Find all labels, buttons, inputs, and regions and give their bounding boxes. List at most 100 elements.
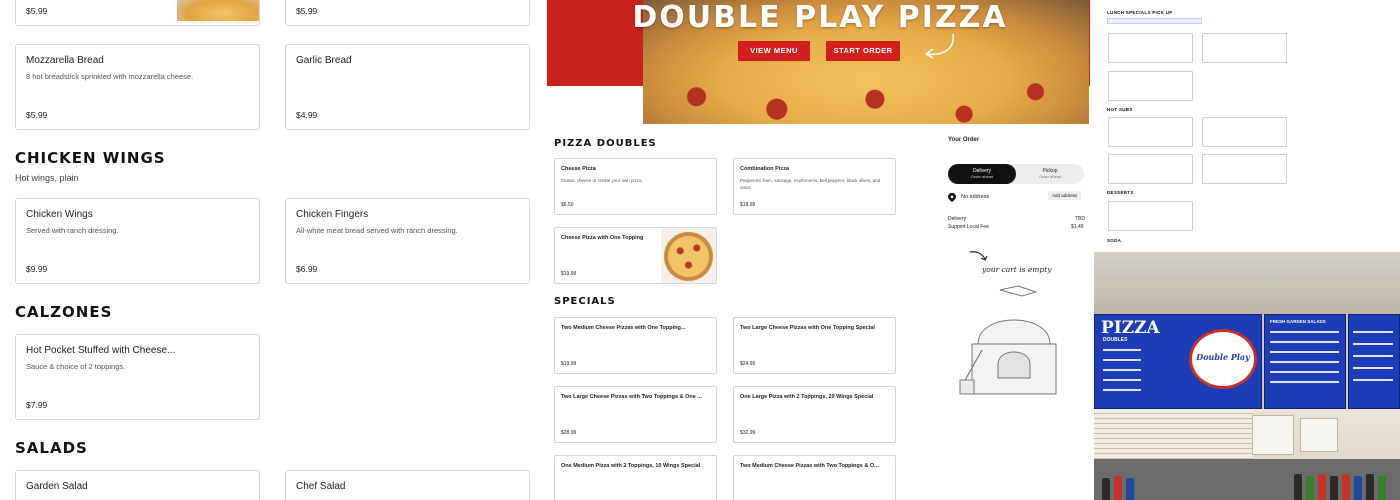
soda-bottle [1126,478,1134,500]
board-line [1270,361,1339,363]
item-price: $19.99 [561,271,577,277]
board-line [1103,349,1141,351]
special-item[interactable]: Two Large Cheese Pizzas with One Topping… [733,317,896,374]
item-desc: Sauce & choice of 2 toppings. [26,362,126,371]
soda-bottle [1342,474,1350,500]
item-desc: All-white meat bread served with ranch d… [296,226,458,235]
lunch-item-card[interactable] [1202,33,1287,63]
dessert-card[interactable] [1108,201,1193,231]
logo-text: Double Play [1196,352,1250,362]
special-item[interactable]: One Medium Pizza with 2 Toppings, 10 Win… [554,455,717,500]
item-name: Two Medium Cheese Pizzas with Two Toppin… [740,463,879,469]
board-line [1103,359,1141,361]
item-price: $5.99 [26,110,48,120]
section-title-specials: SPECIALS [554,296,616,307]
item-name: Two Large Cheese Pizzas with One Topping… [740,325,875,331]
menu-item-mozzarella-bread[interactable]: Mozzarella Bread 8 hot breadstick sprink… [15,44,260,130]
section-subtitle: Hot wings, plain [15,173,79,183]
board-line [1353,367,1393,369]
item-name: Combination Pizza [740,166,789,172]
board-line [1103,369,1141,371]
support-fee-value: $1.49 [1071,224,1084,230]
section-title-desserts: DESSERTS [1107,190,1134,195]
mini-menu-panel: LUNCH SPECIALS PICK UP HOT SUBS DESSERTS… [1101,0,1306,248]
menu-item-chicken-fingers[interactable]: Chicken Fingers All-white meat bread ser… [285,198,530,284]
curved-arrow-icon [969,251,988,261]
delivery-fee-label: Delivery [948,216,967,222]
delivery-fee-value: TBD [1075,216,1085,222]
delivery-pickup-toggle[interactable]: Delivery Order ahead Pickup Order ahead [948,164,1084,184]
item-name: Garlic Bread [296,55,352,66]
item-name: Garden Salad [26,481,88,492]
board-title: PIZZA [1101,318,1160,338]
pickup-sub: Order ahead [1038,174,1062,179]
soda-bottle [1102,478,1110,500]
item-name: Hot Pocket Stuffed with Cheese... [26,345,176,356]
item-desc: Pepperoni, ham, sausage, mushrooms, bell… [740,178,881,190]
item-name: Two Medium Cheese Pizzas with One Toppin… [561,325,686,331]
item-name: Chicken Wings [26,209,93,220]
menu-item-chicken-wings[interactable]: Chicken Wings Served with ranch dressing… [15,198,260,284]
location-pin-icon [948,193,956,202]
section-title-pizza-doubles: PIZZA DOUBLES [554,138,657,149]
board-line [1270,381,1339,383]
hot-sub-card[interactable] [1108,154,1193,184]
item-price: $28.99 [561,430,577,436]
menu-item-cheese-pizza-one-topping[interactable]: Cheese Pizza with One Topping $19.99 [554,227,717,284]
menu-item-card[interactable]: $5.99 [15,0,260,26]
menu-list-panel: $5.99 $5.99 Mozzarella Bread 8 hot bread… [0,0,547,500]
menu-item-cheese-pizza[interactable]: Cheese Pizza Classic cheese or create yo… [554,158,717,215]
board-line [1270,371,1339,373]
soda-bottle [1294,474,1302,500]
view-menu-button[interactable]: VIEW MENU [738,41,810,61]
board-line [1270,341,1339,343]
add-address-button[interactable]: Add address [1048,191,1082,200]
soda-bottle [1354,476,1362,500]
delivery-option[interactable]: Delivery Order ahead [948,168,1016,180]
item-price: $18.99 [740,202,756,208]
board-line [1353,343,1393,345]
pizza-box-stack [1094,409,1254,459]
menu-item-garden-salad[interactable]: Garden Salad [15,470,260,500]
arrow-icon [924,33,954,59]
start-order-button[interactable]: START ORDER [826,41,900,61]
order-sidebar: Your Order Delivery Order ahead Pickup O… [930,125,1090,500]
menu-item-garlic-bread[interactable]: Garlic Bread $4.99 [285,44,530,130]
special-item[interactable]: Two Large Cheese Pizzas with Two Topping… [554,386,717,443]
posted-note [1252,415,1294,455]
hot-sub-card[interactable] [1202,117,1287,147]
special-item[interactable]: One Large Pizza with 2 Toppings, 20 Wing… [733,386,896,443]
special-item[interactable]: Two Medium Cheese Pizzas with One Toppin… [554,317,717,374]
ceiling [1094,252,1400,314]
hot-sub-card[interactable] [1202,154,1287,184]
menu-item-combination-pizza[interactable]: Combination Pizza Pepperoni, ham, sausag… [733,158,896,215]
no-address-label: No address [961,194,990,200]
section-title-soda: SODA [1107,238,1122,243]
board-line [1353,355,1393,357]
soda-bottle [1378,476,1386,500]
menu-item-hot-pocket[interactable]: Hot Pocket Stuffed with Cheese... Sauce … [15,334,260,420]
lunch-info-bar [1107,18,1202,24]
empty-cart-text: your cart is empty [982,265,1052,274]
item-name: Cheese Pizza with One Topping [561,235,644,241]
item-price: $24.99 [740,361,756,367]
item-name: One Medium Pizza with 2 Toppings, 10 Win… [561,463,701,469]
item-name: Mozzarella Bread [26,55,104,66]
menu-item-card[interactable]: $5.99 [285,0,530,26]
lunch-item-card[interactable] [1108,33,1193,63]
board-line [1103,389,1141,391]
lunch-item-card[interactable] [1108,71,1193,101]
hot-sub-card[interactable] [1108,117,1193,147]
posted-note [1300,418,1338,452]
board-line [1270,351,1339,353]
salads-board-title: FRESH GARDEN SALADS [1270,319,1326,324]
item-price: $7.99 [26,400,48,410]
board-line [1103,379,1141,381]
item-price: $6.99 [296,264,318,274]
section-title-lunch-specials: LUNCH SPECIALS PICK UP [1107,10,1173,15]
pickup-option[interactable]: Pickup Order ahead [1016,168,1084,180]
hero-title: DOUBLE PLAY PIZZA [632,0,1008,35]
menu-item-chef-salad[interactable]: Chef Salad [285,470,530,500]
item-name: Chicken Fingers [296,209,369,220]
special-item[interactable]: Two Medium Cheese Pizzas with Two Toppin… [733,455,896,500]
